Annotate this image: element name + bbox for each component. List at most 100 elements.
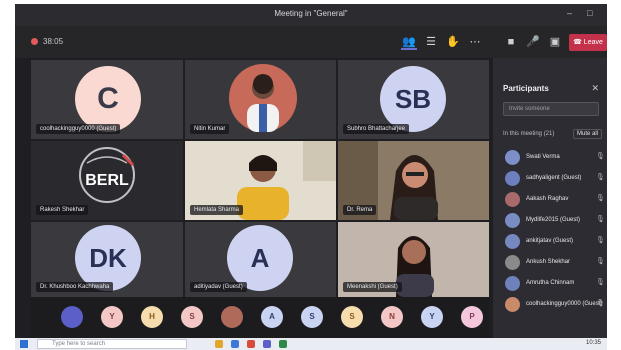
participant-row-name: Ankush Shekhar: [526, 259, 571, 265]
person-silhouette-icon: [247, 74, 279, 132]
windows-taskbar: Type here to search 10:35: [15, 338, 607, 350]
file-explorer-icon[interactable]: [215, 340, 223, 348]
title-bar: Meeting in "General" – □: [15, 4, 607, 26]
microphone-muted-icon: 🎙: [596, 258, 605, 265]
meeting-timer: 38:05: [31, 37, 63, 46]
participant-video[interactable]: Dr. Rema: [338, 141, 489, 220]
video-grid: C coolhackingguy0000 (Guest) Nitin Kumar…: [31, 60, 489, 297]
close-icon[interactable]: ✕: [591, 83, 599, 94]
panel-title: Participants: [503, 84, 549, 93]
participant-list: Swati Verma 🎙 sadhyaligent (Guest) 🎙 Aakash …: [493, 147, 607, 315]
chrome-icon[interactable]: [247, 340, 255, 348]
microphone-muted-icon: 🎙: [596, 237, 605, 244]
excel-icon[interactable]: [279, 340, 287, 348]
participant-avatar: [505, 234, 520, 249]
overflow-participant-avatar[interactable]: S: [341, 306, 363, 328]
edge-icon[interactable]: [231, 340, 239, 348]
participant-tile[interactable]: Nitin Kumar: [185, 60, 336, 139]
maximize-icon[interactable]: □: [587, 8, 592, 18]
overflow-participant-avatar[interactable]: Y: [101, 306, 123, 328]
more-options-icon[interactable]: ⋯: [467, 34, 483, 50]
participants-panel: Participants ✕ Invite someone In this me…: [493, 58, 607, 338]
participant-row-name: Aakash Raghav: [526, 196, 569, 202]
avatar: SB: [380, 66, 446, 132]
timer-text: 38:05: [43, 37, 64, 46]
participant-tile[interactable]: DK Dr. Khushboo Kachhwaha: [31, 222, 183, 297]
participant-row-name: sadhyaligent (Guest): [526, 175, 582, 181]
microphone-muted-icon: 🎙: [596, 174, 605, 181]
participant-tile[interactable]: A aditiyadav (Guest): [185, 222, 336, 297]
participant-row[interactable]: Aakash Raghav 🎙: [493, 189, 607, 210]
participant-avatar: [505, 276, 520, 291]
overflow-participant-avatar[interactable]: Y: [421, 306, 443, 328]
participant-tile[interactable]: SB Subhro Bhattacharjee: [338, 60, 489, 139]
participant-row-name: Swati Verma: [526, 154, 560, 160]
overflow-avatar-strip: YHSASSNYP: [31, 297, 489, 338]
participant-row[interactable]: sadhyaligent (Guest) 🎙: [493, 168, 607, 189]
minimize-icon[interactable]: –: [567, 8, 572, 18]
participant-row-name: Amrutha Chinnam: [526, 280, 575, 286]
phone-icon: ☎: [573, 39, 582, 46]
participant-row[interactable]: Mydlife2015 (Guest) 🎙: [493, 210, 607, 231]
participants-icon[interactable]: 👥: [401, 34, 417, 50]
participant-avatar: [505, 297, 520, 312]
participant-avatar: [505, 255, 520, 270]
microphone-muted-icon: 🎙: [596, 153, 605, 160]
chat-icon[interactable]: ☰: [423, 34, 439, 50]
participant-name: Rakesh Shekhar: [36, 205, 89, 215]
logo-text: BERL: [85, 172, 129, 189]
meeting-toolbar: 38:05 👥 ☰ ✋ ⋯ ■ 🎤 ▣ ☎ Leave: [15, 26, 607, 58]
profile-photo: [229, 64, 297, 132]
participant-video[interactable]: Hemlata Sharma: [185, 141, 336, 220]
participant-row[interactable]: Ankush Shekhar 🎙: [493, 252, 607, 273]
participant-avatar: [505, 192, 520, 207]
participant-row[interactable]: Amrutha Chinnam 🎙: [493, 273, 607, 294]
overflow-participant-avatar[interactable]: A: [261, 306, 283, 328]
microphone-muted-icon: 🎙: [596, 216, 605, 223]
raise-hand-icon[interactable]: ✋: [445, 34, 461, 50]
participant-tile[interactable]: C coolhackingguy0000 (Guest): [31, 60, 183, 139]
overflow-participant-avatar[interactable]: [61, 306, 83, 328]
participant-name: Dr. Khushboo Kachhwaha: [36, 282, 114, 292]
overflow-participant-avatar[interactable]: H: [141, 306, 163, 328]
window-title: Meeting in "General": [274, 9, 348, 18]
avatar: C: [75, 66, 141, 132]
participant-row-name: Mydlife2015 (Guest): [526, 217, 581, 223]
windows-start-icon[interactable]: [20, 340, 28, 348]
overflow-participant-avatar[interactable]: S: [181, 306, 203, 328]
participant-row-name: ankitjatav (Guest): [526, 238, 574, 244]
participant-row[interactable]: Swati Verma 🎙: [493, 147, 607, 168]
participant-name: Subhro Bhattacharjee: [343, 124, 410, 134]
invite-input[interactable]: Invite someone: [503, 102, 599, 116]
participant-name: Meenakshi (Guest): [343, 282, 402, 292]
overflow-participant-avatar[interactable]: P: [461, 306, 483, 328]
overflow-participant-avatar[interactable]: [221, 306, 243, 328]
leave-label: Leave: [583, 39, 603, 46]
participant-avatar: [505, 171, 520, 186]
participant-name: Hemlata Sharma: [190, 205, 244, 215]
participant-tile[interactable]: BERL Rakesh Shekhar: [31, 141, 183, 220]
participant-name: Nitin Kumar: [190, 124, 230, 134]
participant-video[interactable]: Meenakshi (Guest): [338, 222, 489, 297]
section-label: In this meeting (21): [503, 131, 555, 137]
mute-all-button[interactable]: Mute all: [573, 129, 603, 139]
recording-dot-icon: [31, 38, 38, 45]
microphone-icon[interactable]: 🎤: [525, 34, 541, 50]
participant-name: coolhackingguy0000 (Guest): [36, 124, 121, 134]
overflow-participant-avatar[interactable]: S: [301, 306, 323, 328]
participant-row[interactable]: coolhackingguy0000 (Guest) 🎙: [493, 294, 607, 315]
share-screen-icon[interactable]: ▣: [547, 34, 563, 50]
taskbar-search-input[interactable]: Type here to search: [37, 339, 187, 349]
camera-icon[interactable]: ■: [503, 34, 519, 50]
participant-name: aditiyadav (Guest): [190, 282, 247, 292]
participant-avatar: [505, 150, 520, 165]
taskbar-clock: 10:35: [585, 340, 601, 346]
microphone-muted-icon: 🎙: [596, 279, 605, 286]
microphone-muted-icon: 🎙: [596, 300, 605, 307]
participant-row[interactable]: ankitjatav (Guest) 🎙: [493, 231, 607, 252]
leave-button[interactable]: ☎ Leave: [569, 34, 607, 51]
overflow-participant-avatar[interactable]: N: [381, 306, 403, 328]
teams-icon[interactable]: [263, 340, 271, 348]
participant-name: Dr. Rema: [343, 205, 377, 215]
microphone-muted-icon: 🎙: [596, 195, 605, 202]
